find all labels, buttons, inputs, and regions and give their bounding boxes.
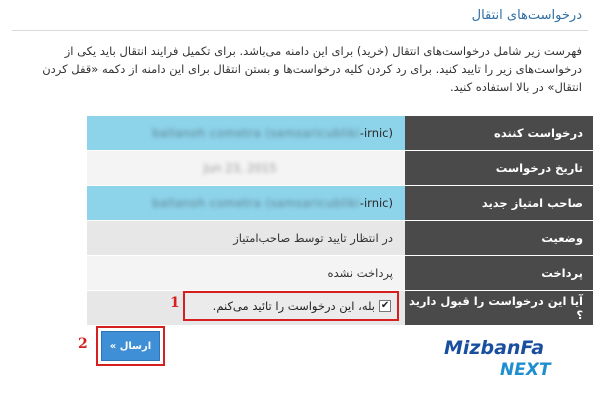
row-label: وضعیت: [405, 221, 593, 255]
requester-blurred: ballanoh cometra (samsaricubliki: [152, 126, 360, 140]
new-owner-value: (irnic- ballanoh cometra (samsaricubliki: [87, 186, 405, 220]
submit-button[interactable]: ارسال »: [101, 331, 160, 361]
row-label: صاحب امتیاز جدید: [405, 186, 593, 220]
requester-suffix: (irnic-: [359, 126, 393, 140]
logo-sub-text: NEXT: [500, 360, 552, 380]
row-label: پرداخت: [405, 256, 593, 290]
payment-value: پرداخت نشده: [87, 256, 405, 290]
new-owner-blurred: ballanoh cometra (samsaricubliki: [152, 196, 360, 210]
table-row: تاریخ درخواست Jun 23, 2015: [87, 151, 593, 185]
accept-checkbox[interactable]: ✔: [379, 300, 391, 312]
mizbanfa-logo-mark: MizbanFa NEXT: [444, 337, 552, 380]
status-value: در انتظار تایید توسط صاحب‌امتیاز: [87, 221, 405, 255]
row-label: تاریخ درخواست: [405, 151, 593, 185]
row-label: درخواست کننده: [405, 116, 593, 150]
request-date-blurred: Jun 23, 2015: [203, 161, 277, 175]
table-row: پرداخت پرداخت نشده: [87, 256, 593, 290]
page-title: درخواست‌های انتقال: [471, 8, 582, 23]
header-divider: [12, 30, 588, 31]
new-owner-suffix: (irnic-: [359, 196, 393, 210]
step-marker-2: 2: [78, 336, 88, 352]
accept-confirmation[interactable]: ✔ بله، این درخواست را تائید می‌کنم.: [183, 291, 399, 321]
table-row: درخواست کننده (irnic- ballanoh cometra (…: [87, 116, 593, 150]
submit-highlight: ارسال »: [96, 326, 165, 366]
table-row: صاحب امتیاز جدید (irnic- ballanoh cometr…: [87, 186, 593, 220]
row-label: آیا این درخواست را قبول دارید ؟: [405, 291, 593, 325]
table-row: وضعیت در انتظار تایید توسط صاحب‌امتیاز: [87, 221, 593, 255]
logo-brand-text: MizbanFa: [444, 337, 544, 359]
mizbanfa-logo: MizbanFa NEXT: [438, 330, 568, 380]
requester-value: (irnic- ballanoh cometra (samsaricubliki: [87, 116, 405, 150]
request-date-value: Jun 23, 2015: [87, 151, 405, 185]
accept-label: بله، این درخواست را تائید می‌کنم.: [212, 299, 375, 313]
intro-text: فهرست زیر شامل درخواست‌های انتقال (خرید)…: [42, 44, 582, 94]
step-marker-1: 1: [170, 295, 180, 311]
